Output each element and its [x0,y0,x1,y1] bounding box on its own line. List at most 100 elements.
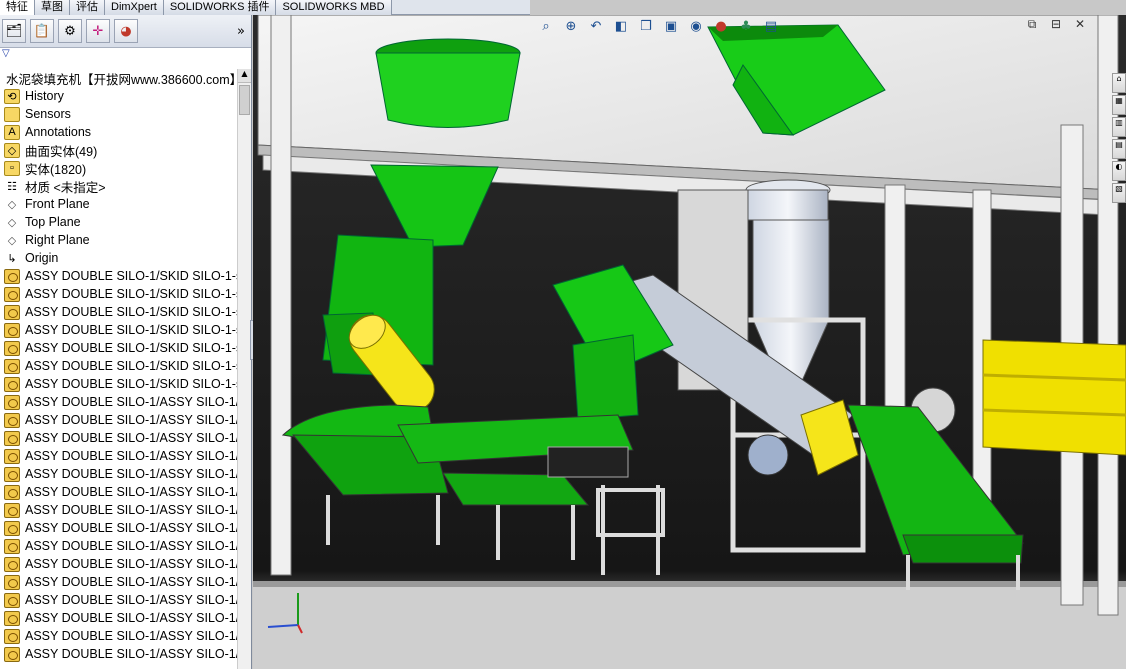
zoom-to-area-icon[interactable]: ⊕ [560,16,582,36]
tab-0[interactable]: 特征 [0,0,35,15]
model-viewport[interactable] [253,14,1126,669]
scroll-up-arrow-icon[interactable]: ▲ [238,69,251,83]
tree-item-label: 曲面实体(49) [25,144,98,159]
file-explorer-icon[interactable]: ▥ [1112,117,1126,137]
tree-component[interactable]: ASSY DOUBLE SILO-1/ASSY SILO-1/f [0,447,238,465]
window-controls: ⧉ ⊟ ✕ [1018,17,1090,33]
design-library-icon[interactable]: ▦ [1112,95,1126,115]
tree-item[interactable]: ◇ 曲面实体(49) [0,141,238,159]
view-settings-icon[interactable]: ▤ [760,16,782,36]
apply-scene-icon[interactable]: ♣ [735,16,757,36]
assembly-component-icon [4,340,20,356]
tree-component[interactable]: ASSY DOUBLE SILO-1/ASSY SILO-1/A [0,591,238,609]
tab-5[interactable]: SOLIDWORKS MBD [276,0,392,15]
tree-item-label: ASSY DOUBLE SILO-1/ASSY SILO-1/f [25,467,238,481]
expand-tabs-button[interactable]: » [237,24,245,39]
tree-item[interactable]: ◇ Top Plane [0,213,238,231]
tree-item[interactable]: ◇ Front Plane [0,195,238,213]
tab-1[interactable]: 草图 [35,0,70,15]
solid-bodies-icon: ▫ [4,160,20,176]
tree-item-label: Origin [25,251,59,265]
tab-4[interactable]: SOLIDWORKS 插件 [163,0,277,15]
close-icon[interactable]: ✕ [1070,17,1090,33]
previous-view-icon[interactable]: ↶ [585,16,607,36]
tree-item-label: ASSY DOUBLE SILO-1/ASSY SILO-1/f [25,557,238,571]
tree-component[interactable]: ASSY DOUBLE SILO-1/SKID SILO-1-s [0,375,238,393]
assembly-component-icon [4,646,20,662]
tree-component[interactable]: ASSY DOUBLE SILO-1/SKID SILO-1-s [0,267,238,285]
display-manager-icon[interactable]: ◕ [114,19,138,43]
view-orientation-icon[interactable]: ❒ [635,16,657,36]
assembly-component-icon [4,502,20,518]
view-palette-icon[interactable]: ▤ [1112,139,1126,159]
tree-component[interactable]: ASSY DOUBLE SILO-1/SKID SILO-1-s [0,321,238,339]
tree-item-label: 实体(1820) [25,162,87,177]
tree-component[interactable]: ASSY DOUBLE SILO-1/ASSY SILO-1/S [0,537,238,555]
tree-component[interactable]: ASSY DOUBLE SILO-1/ASSY SILO-1/f [0,465,238,483]
feature-tree-icon[interactable]: 🗂 [2,19,26,43]
custom-properties-icon[interactable]: ▧ [1112,183,1126,203]
tree-component[interactable]: ASSY DOUBLE SILO-1/ASSY SILO-1/f [0,393,238,411]
edit-appearance-icon[interactable]: ● [710,16,732,36]
tree-item[interactable]: Sensors [0,105,238,123]
zoom-to-fit-icon[interactable]: ⌕ [535,16,557,36]
graphics-area[interactable]: ⌕ ⊕ ↶ ◧ ❒ ▣ ◉ ● ♣ ▤ ⧉ ⊟ ✕ ⌂ ▦ ▥ ▤ ◐ ▧ [253,14,1126,669]
tile-icon[interactable]: ⊟ [1046,17,1066,33]
tree-component[interactable]: ASSY DOUBLE SILO-1/ASSY SILO-1/f [0,555,238,573]
tree-component[interactable]: ASSY DOUBLE SILO-1/SKID SILO-1-s [0,357,238,375]
tree-item-label: ASSY DOUBLE SILO-1/ASSY SILO-1/A [25,611,238,625]
tree-item-label: Front Plane [25,197,90,211]
tree-scrollbar[interactable]: ▲ [237,69,251,669]
tab-2[interactable]: 评估 [70,0,105,15]
tree-component[interactable]: ASSY DOUBLE SILO-1/ASSY SILO-1/f [0,501,238,519]
tree-item-label: ASSY DOUBLE SILO-1/ASSY SILO-1/A [25,593,238,607]
feature-manager-panel: 🗂 📋 ⚙ ✛ ◕ » ▽ 水泥袋填充机【开拔网www.386600.com】 ⟲… [0,15,252,669]
tree-item[interactable]: ☷ 材质 <未指定> [0,177,238,195]
assembly-component-icon [4,376,20,392]
solidworks-resources-icon[interactable]: ⌂ [1112,73,1126,93]
tree-item[interactable]: ◇ Right Plane [0,231,238,249]
tree-item-label: ASSY DOUBLE SILO-1/SKID SILO-1-s [25,305,238,319]
tree-component[interactable]: ASSY DOUBLE SILO-1/ASSY SILO-1/f [0,483,238,501]
display-style-icon[interactable]: ▣ [660,16,682,36]
tree-item[interactable]: A Annotations [0,123,238,141]
tree-component[interactable]: ASSY DOUBLE SILO-1/ASSY SILO-1/A [0,627,238,645]
tree-component[interactable]: ASSY DOUBLE SILO-1/ASSY SILO-1/f [0,411,238,429]
tree-item-label: ASSY DOUBLE SILO-1/SKID SILO-1-s [25,359,238,373]
assembly-component-icon [4,538,20,554]
hide-show-items-icon[interactable]: ◉ [685,16,707,36]
tree-item-label: Right Plane [25,233,90,247]
assembly-component-icon [4,268,20,284]
tree-component[interactable]: ASSY DOUBLE SILO-1/ASSY SILO-1/S [0,519,238,537]
filter-icon[interactable]: ▽ [0,48,251,61]
annotations-icon: A [4,124,20,140]
tree-component[interactable]: ASSY DOUBLE SILO-1/SKID SILO-1-s [0,339,238,357]
restore-icon[interactable]: ⧉ [1022,17,1042,33]
assembly-component-icon [4,448,20,464]
tree-item[interactable]: ↳ Origin [0,249,238,267]
tree-item[interactable]: ⟲ History [0,87,238,105]
tree-component[interactable]: ASSY DOUBLE SILO-1/ASSY SILO-1/A [0,645,238,663]
dimxpert-manager-icon[interactable]: ✛ [86,19,110,43]
tree-item[interactable]: ▫ 实体(1820) [0,159,238,177]
tree-item-label: ASSY DOUBLE SILO-1/SKID SILO-1-s [25,323,238,337]
green-funnel-top [375,38,521,128]
property-manager-icon[interactable]: 📋 [30,19,54,43]
tree-item-label: Sensors [25,107,71,121]
configuration-manager-icon[interactable]: ⚙ [58,19,82,43]
tree-component[interactable]: ASSY DOUBLE SILO-1/SKID SILO-1-s [0,303,238,321]
appearances-icon[interactable]: ◐ [1112,161,1126,181]
tree-item-label: ASSY DOUBLE SILO-1/SKID SILO-1-s [25,287,238,301]
tree-component[interactable]: ASSY DOUBLE SILO-1/ASSY SILO-1/A [0,609,238,627]
tree-root-assembly[interactable]: 水泥袋填充机【开拔网www.386600.com】 [0,69,238,87]
scroll-thumb[interactable] [239,85,250,115]
section-view-icon[interactable]: ◧ [610,16,632,36]
assembly-component-icon [4,628,20,644]
tree-item-label: ASSY DOUBLE SILO-1/ASSY SILO-1/f [25,449,238,463]
tree-component[interactable]: ASSY DOUBLE SILO-1/ASSY SILO-1/f [0,573,238,591]
assembly-component-icon [4,466,20,482]
tree-component[interactable]: ASSY DOUBLE SILO-1/ASSY SILO-1/f [0,429,238,447]
tab-3[interactable]: DimXpert [105,0,164,15]
sensors-folder-icon [4,106,20,122]
tree-component[interactable]: ASSY DOUBLE SILO-1/SKID SILO-1-s [0,285,238,303]
